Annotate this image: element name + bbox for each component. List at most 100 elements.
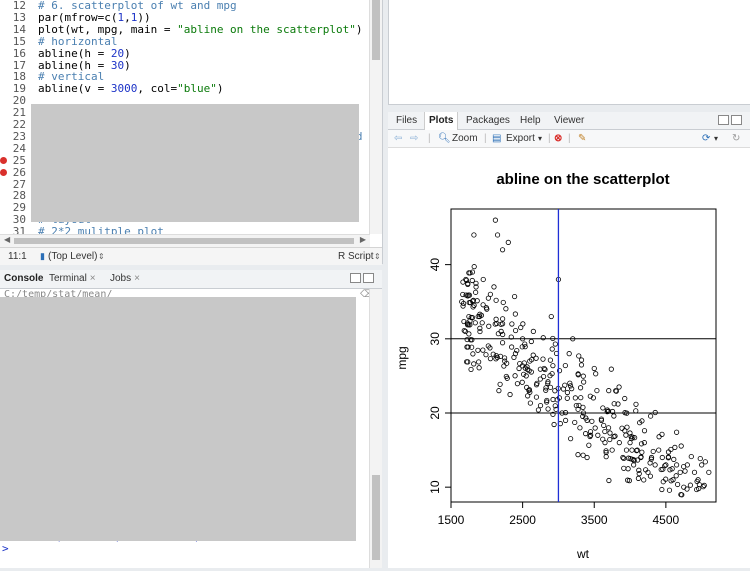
scatter-point: [700, 484, 706, 490]
x-axis-label: wt: [576, 547, 590, 561]
tab-jobs[interactable]: Jobs ×: [106, 270, 144, 288]
scroll-thumb[interactable]: [372, 0, 380, 60]
scatter-point: [578, 395, 584, 401]
forward-arrow-icon[interactable]: ⇨: [410, 130, 418, 147]
script-editor[interactable]: 12 # 6. scatterplot of wt and mpg 13 par(mf…: [0, 0, 383, 265]
file-type[interactable]: R Script: [338, 248, 374, 265]
scatter-point: [470, 351, 476, 357]
scatter-point: [530, 352, 536, 358]
scatter-point: [507, 391, 513, 398]
scroll-thumb[interactable]: [14, 238, 354, 244]
scatter-point: [497, 381, 503, 387]
minimize-icon[interactable]: [718, 115, 729, 125]
scroll-thumb[interactable]: [372, 475, 380, 560]
scatter-point: [648, 413, 654, 419]
scatter-point: [545, 406, 551, 412]
broom-icon[interactable]: ✎: [578, 130, 586, 147]
scatter-point: [625, 466, 631, 472]
scatter-point: [564, 389, 571, 396]
scatter-point: [501, 363, 507, 369]
scatter-point: [641, 440, 647, 446]
toolbar-divider: |: [568, 133, 571, 144]
scatter-point: [505, 239, 511, 245]
export-button[interactable]: Export: [506, 130, 535, 147]
tab-packages[interactable]: Packages: [462, 112, 514, 130]
scatter-point: [622, 428, 628, 434]
y-tick-label: 40: [428, 258, 442, 272]
breakpoint-icon[interactable]: [0, 156, 7, 164]
scatter-point: [691, 469, 698, 475]
scatter-point: [568, 436, 574, 442]
close-icon[interactable]: ×: [90, 273, 96, 284]
console-tab-bar: Console Terminal × Jobs ×: [0, 270, 382, 289]
scatter-point: [672, 444, 678, 450]
scatter-point: [623, 432, 629, 438]
scatter-point: [511, 293, 518, 300]
scatter-point: [621, 465, 627, 471]
scatter-point: [492, 217, 499, 223]
chevron-down-icon[interactable]: ▾: [538, 130, 542, 147]
scatter-point: [540, 356, 546, 362]
tab-console[interactable]: Console: [0, 270, 47, 288]
scatter-point: [549, 346, 555, 352]
scatter-point: [495, 331, 501, 337]
scatter-point: [580, 373, 586, 379]
scatter-point: [564, 395, 570, 401]
scatter-point: [578, 362, 585, 368]
chevron-updown-icon[interactable]: ⇕: [374, 248, 381, 265]
chevron-updown-icon[interactable]: ⇕: [98, 248, 105, 265]
scroll-right-icon[interactable]: ▶: [360, 235, 366, 244]
scatter-point: [460, 279, 466, 285]
tab-help[interactable]: Help: [516, 112, 545, 130]
remove-plot-icon[interactable]: ⊗: [554, 130, 562, 147]
scatter-point: [493, 297, 499, 303]
scatter-point: [562, 362, 568, 369]
scatter-point: [650, 448, 656, 455]
zoom-icon[interactable]: 🔍︎: [438, 130, 451, 147]
scatter-point: [631, 462, 637, 468]
scatter-point: [528, 338, 534, 345]
plot-viewer[interactable]: abline on the scatterplot wt mpg 1500 250…: [388, 148, 750, 568]
scatter-point: [572, 395, 578, 401]
scatter-point: [473, 289, 479, 295]
scatter-point: [706, 469, 712, 475]
scatter-point: [512, 373, 518, 379]
back-arrow-icon[interactable]: ⇦: [394, 130, 402, 147]
console-command: >: [2, 541, 9, 555]
refresh-icon[interactable]: ↻: [732, 130, 740, 147]
scatter-point: [475, 347, 481, 353]
scatter-point: [623, 447, 630, 453]
environment-pane[interactable]: [388, 0, 750, 105]
editor-vertical-scrollbar[interactable]: [369, 0, 382, 234]
chevron-down-icon[interactable]: ▾: [714, 130, 718, 147]
scatter-point: [659, 454, 665, 461]
y-axis-label: mpg: [395, 346, 409, 369]
tab-plots[interactable]: Plots: [424, 112, 459, 130]
tab-viewer[interactable]: Viewer: [550, 112, 588, 130]
scope-label[interactable]: (Top Level): [48, 248, 97, 265]
minimize-icon[interactable]: [350, 273, 361, 283]
tab-label: Terminal: [49, 273, 87, 284]
toolbar-divider: |: [548, 133, 551, 144]
scatter-point: [542, 366, 548, 373]
close-icon[interactable]: ×: [134, 273, 140, 284]
console-vertical-scrollbar[interactable]: [369, 289, 382, 568]
publish-icon[interactable]: ⟳: [702, 130, 710, 147]
scatter-point: [586, 442, 592, 448]
tab-files[interactable]: Files: [392, 112, 421, 130]
chart-marks: 1500 2500 3500 4500 10 20 30 40: [428, 209, 716, 527]
tab-terminal[interactable]: Terminal ×: [45, 270, 100, 288]
maximize-icon[interactable]: [363, 273, 374, 283]
scroll-left-icon[interactable]: ◀: [4, 235, 10, 244]
scatter-point: [512, 327, 519, 334]
scatter-point: [594, 387, 600, 394]
console-panel[interactable]: C:/temp/stat/mean/ ⌫ 2 15 8 350 35 3693 …: [0, 289, 382, 568]
zoom-button[interactable]: Zoom: [452, 130, 478, 147]
scatter-point: [607, 430, 613, 436]
maximize-icon[interactable]: [731, 115, 742, 125]
scatter-point: [583, 431, 589, 437]
scatter-point: [499, 340, 506, 346]
breakpoint-icon[interactable]: [0, 168, 7, 176]
export-icon[interactable]: ▤: [492, 130, 501, 147]
editor-horizontal-scrollbar[interactable]: ◀ ▶: [0, 234, 370, 247]
